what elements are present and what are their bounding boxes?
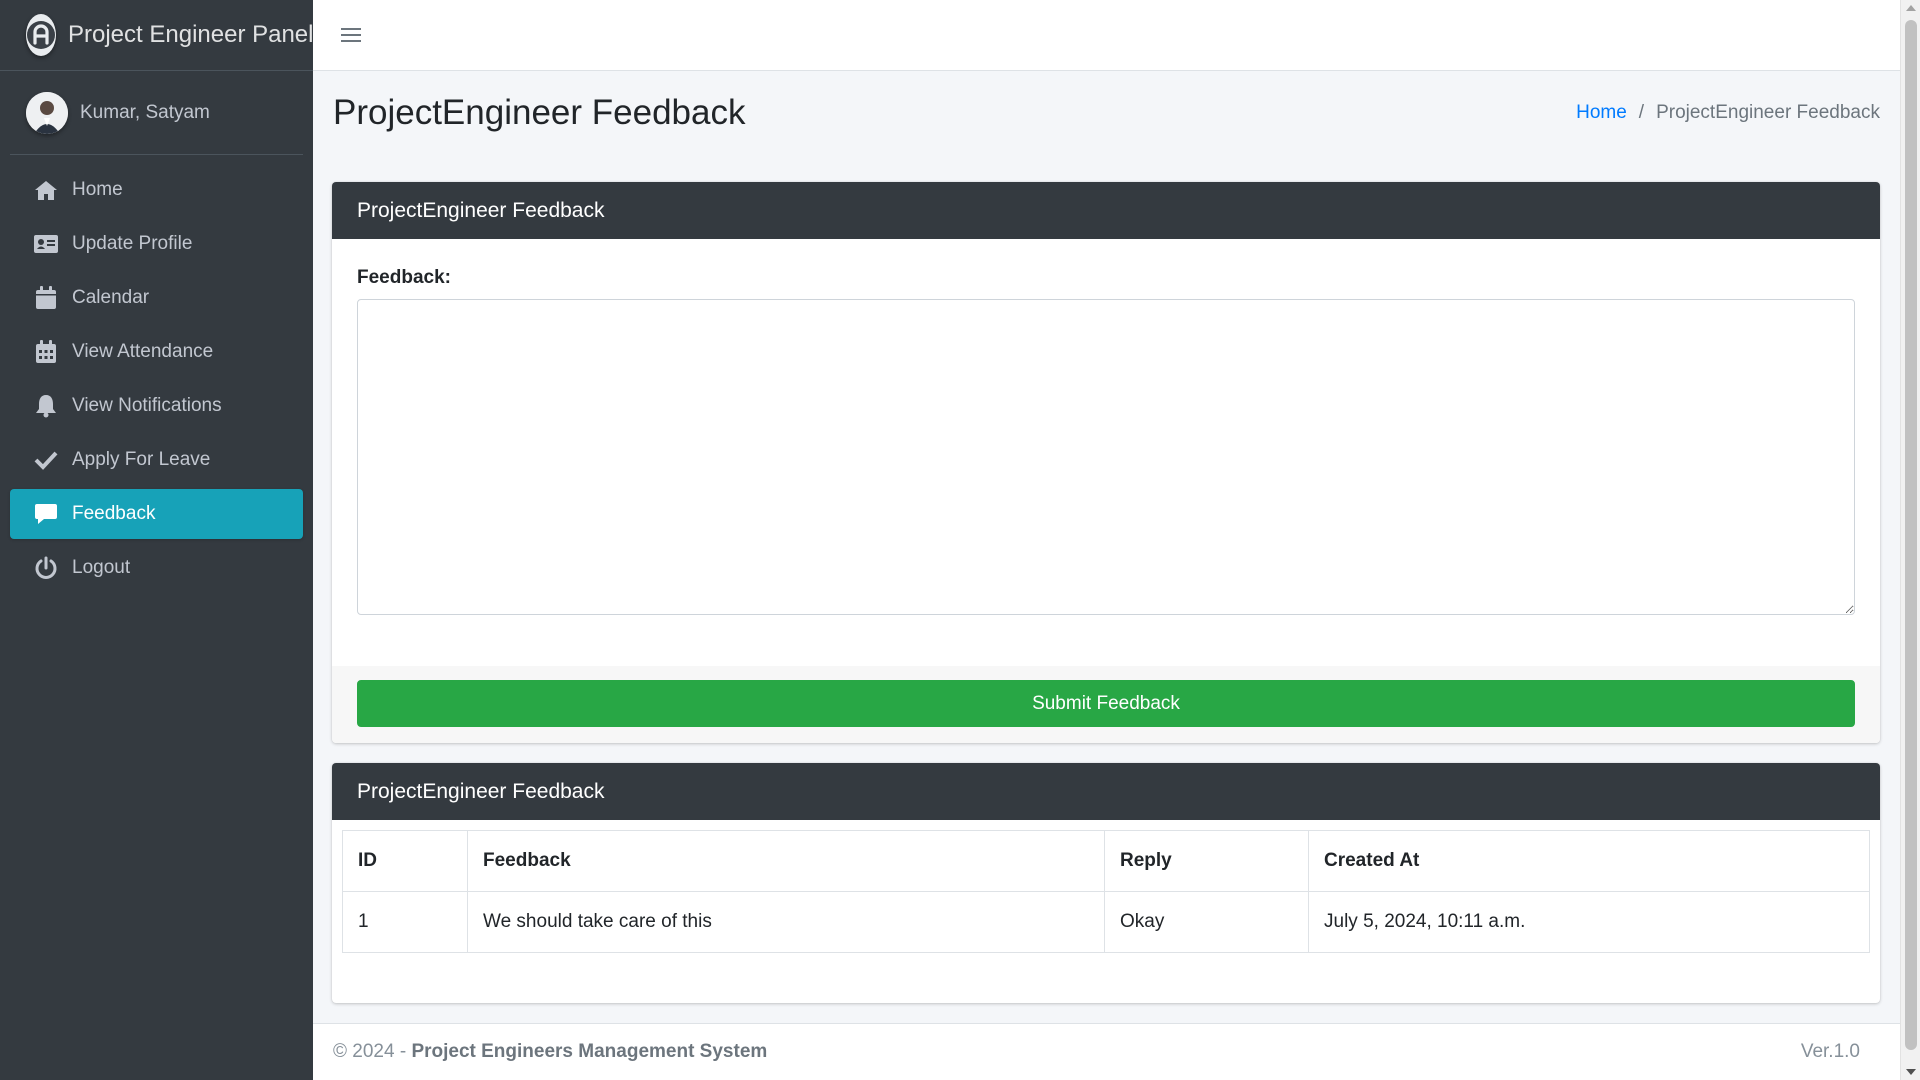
home-icon [34, 178, 58, 202]
check-icon [34, 448, 58, 472]
sidebar-item-label: Feedback [72, 503, 156, 524]
scrollbar-thumb[interactable] [1905, 20, 1917, 1050]
table-header-row: ID Feedback Reply Created At [342, 830, 1870, 892]
cell-created-at: July 5, 2024, 10:11 a.m. [1308, 891, 1870, 953]
feedback-list-card: ProjectEngineer Feedback ID Feedback Rep… [332, 763, 1880, 1003]
sidebar-item-view-notifications[interactable]: View Notifications [10, 381, 303, 431]
user-name: Kumar, Satyam [80, 101, 210, 123]
sidebar-item-feedback[interactable]: Feedback [10, 489, 303, 539]
feedback-textarea[interactable] [357, 299, 1855, 615]
brand-logo-icon [26, 14, 56, 56]
content-header: ProjectEngineer Feedback Home / ProjectE… [333, 88, 1880, 138]
avatar [26, 91, 68, 134]
sidebar-item-label: View Notifications [72, 395, 222, 416]
sidebar-item-update-profile[interactable]: Update Profile [10, 219, 303, 269]
cell-feedback: We should take care of this [467, 891, 1105, 953]
footer-copyright-prefix: © 2024 - [333, 1041, 412, 1062]
sidebar: Project Engineer Panel Kumar, Satyam Hom… [0, 0, 313, 1080]
page-title: ProjectEngineer Feedback [333, 93, 746, 132]
feedback-table: ID Feedback Reply Created At 1 We should… [342, 830, 1870, 953]
sidebar-item-label: Logout [72, 557, 131, 578]
power-icon [34, 556, 58, 580]
sidebar-item-apply-for-leave[interactable]: Apply For Leave [10, 435, 303, 485]
feedback-form-card: ProjectEngineer Feedback Feedback: Submi… [332, 182, 1880, 743]
breadcrumb-separator: / [1638, 102, 1645, 123]
sidebar-item-view-attendance[interactable]: View Attendance [10, 327, 303, 377]
sidebar-item-logout[interactable]: Logout [10, 543, 303, 593]
bell-icon [34, 394, 58, 418]
feedback-form-card-title: ProjectEngineer Feedback [332, 182, 1880, 239]
column-header-id: ID [342, 830, 468, 892]
feedback-list-card-title: ProjectEngineer Feedback [332, 763, 1880, 820]
feedback-form-body: Feedback: [332, 239, 1880, 666]
sidebar-item-label: Apply For Leave [72, 449, 211, 470]
brand-title: Project Engineer Panel [68, 21, 314, 48]
sidebar-item-label: View Attendance [72, 341, 214, 362]
footer-system-name: Project Engineers Management System [411, 1041, 768, 1062]
menu-toggle-icon[interactable] [341, 24, 361, 46]
sidebar-item-label: Calendar [72, 287, 150, 308]
id-card-icon [34, 232, 58, 256]
feedback-list-body: ID Feedback Reply Created At 1 We should… [332, 820, 1880, 953]
footer-copyright: © 2024 - Project Engineers Management Sy… [333, 1041, 767, 1063]
submit-feedback-button[interactable]: Submit Feedback [357, 680, 1855, 727]
column-header-feedback: Feedback [467, 830, 1105, 892]
page-scrollbar[interactable] [1900, 0, 1920, 1080]
breadcrumb-current: ProjectEngineer Feedback [1656, 102, 1880, 123]
page-footer: © 2024 - Project Engineers Management Sy… [313, 1023, 1900, 1080]
column-header-reply: Reply [1104, 830, 1309, 892]
sidebar-item-calendar[interactable]: Calendar [10, 273, 303, 323]
feedback-label: Feedback: [357, 267, 451, 288]
cell-reply: Okay [1104, 891, 1309, 953]
scroll-down-arrow-icon[interactable] [1906, 1069, 1916, 1075]
footer-version: Ver.1.0 [1800, 1041, 1860, 1062]
sidebar-item-label: Home [72, 179, 123, 200]
sidebar-item-home[interactable]: Home [10, 165, 303, 215]
scroll-up-arrow-icon[interactable] [1906, 5, 1916, 11]
calendar-grid-icon [34, 340, 58, 364]
top-navbar [313, 0, 1900, 71]
sidebar-nav: Home Update Profile Calendar View Attend… [0, 165, 313, 593]
comment-icon [34, 502, 58, 526]
cell-id: 1 [342, 891, 468, 953]
breadcrumb-home-link[interactable]: Home [1576, 102, 1627, 124]
sidebar-item-label: Update Profile [72, 233, 193, 254]
calendar-icon [34, 286, 58, 310]
table-row: 1 We should take care of this Okay July … [342, 891, 1870, 953]
feedback-form-footer: Submit Feedback [332, 666, 1880, 743]
brand-link[interactable]: Project Engineer Panel [0, 0, 313, 71]
breadcrumb: Home / ProjectEngineer Feedback [1576, 102, 1880, 124]
user-panel[interactable]: Kumar, Satyam [10, 71, 303, 155]
column-header-created-at: Created At [1308, 830, 1870, 892]
